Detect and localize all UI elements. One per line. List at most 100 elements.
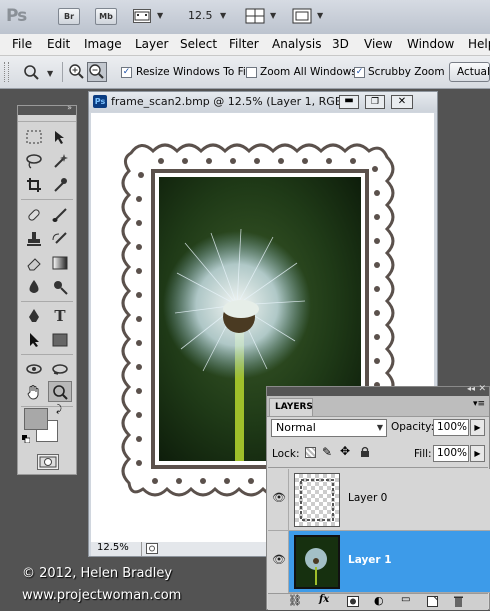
arrange-documents-button[interactable] <box>245 8 265 24</box>
menu-file[interactable]: File <box>12 37 32 51</box>
blur-tool[interactable] <box>22 276 46 297</box>
tab-layers[interactable]: LAYERS <box>269 398 313 416</box>
rectangle-tool[interactable] <box>48 329 72 350</box>
actual-pixels-button[interactable]: Actual Pixels <box>449 62 490 82</box>
zoom-level-dropdown-icon[interactable]: ▼ <box>220 11 226 20</box>
3d-rotate-tool[interactable] <box>22 358 46 379</box>
launch-mini-bridge-button[interactable]: Mb <box>95 8 117 25</box>
history-brush-tool[interactable] <box>48 228 72 249</box>
menu-filter[interactable]: Filter <box>229 37 259 51</box>
screen-mode-dropdown-icon[interactable]: ▼ <box>317 11 323 20</box>
menu-layer[interactable]: Layer <box>135 37 168 51</box>
close-button[interactable]: ✕ <box>391 95 413 109</box>
menu-edit[interactable]: Edit <box>47 37 70 51</box>
screen-mode-button[interactable] <box>292 8 312 24</box>
photoshop-logo: Ps <box>6 6 27 26</box>
hand-tool[interactable] <box>22 381 46 402</box>
pen-tool[interactable] <box>22 305 46 326</box>
swap-colors-icon[interactable]: ⤸ <box>56 404 62 415</box>
foreground-color-swatch[interactable] <box>24 408 48 430</box>
document-title-bar[interactable]: Ps frame_scan2.bmp @ 12.5% (Layer 1, RGB… <box>89 92 437 112</box>
crop-tool[interactable] <box>22 174 46 195</box>
collapse-panel-icon[interactable]: » <box>67 103 72 112</box>
visibility-toggle[interactable]: 👁 <box>268 469 289 531</box>
menu-help[interactable]: Help <box>468 37 490 51</box>
new-layer-icon[interactable] <box>427 596 438 607</box>
fill-input[interactable]: 100% <box>433 445 469 462</box>
default-colors-button[interactable] <box>22 433 31 444</box>
lasso-tool[interactable] <box>22 150 46 171</box>
eyedropper-tool[interactable] <box>48 174 72 195</box>
spot-healing-brush-tool[interactable] <box>22 204 46 225</box>
trash-icon[interactable] <box>453 595 464 608</box>
link-icon[interactable]: ⛓ <box>288 594 302 607</box>
magic-wand-tool[interactable] <box>48 150 72 171</box>
fx-icon[interactable]: fx <box>319 594 329 605</box>
launch-bridge-button[interactable]: Br <box>58 8 80 25</box>
separator <box>62 62 63 82</box>
panel-menu-icon[interactable]: ▾≡ <box>473 399 485 409</box>
tool-preset-dropdown-icon[interactable]: ▼ <box>47 69 53 78</box>
zoom-in-button[interactable] <box>68 63 86 81</box>
view-extras-button[interactable] <box>133 9 151 23</box>
zoom-level-field[interactable]: 12.5 <box>188 9 213 22</box>
tools-panel-header[interactable]: » <box>18 103 76 115</box>
layer-row-layer-1[interactable]: 👁 Layer 1 <box>268 531 490 593</box>
view-extras-dropdown-icon[interactable]: ▼ <box>157 11 163 20</box>
screen-mode-icon <box>292 8 312 24</box>
clone-stamp-tool[interactable] <box>22 228 46 249</box>
opacity-input[interactable]: 100% <box>433 419 469 436</box>
lock-all-button[interactable] <box>360 446 370 458</box>
menu-select[interactable]: Select <box>180 37 217 51</box>
zoom-out-button[interactable] <box>87 62 107 82</box>
view-extras-icon <box>134 11 150 21</box>
menu-analysis[interactable]: Analysis <box>272 37 321 51</box>
folder-icon[interactable]: ▭ <box>401 594 410 605</box>
dandelion-center-highlight <box>223 300 259 318</box>
restore-button[interactable]: ❐ <box>365 95 385 109</box>
status-zoom-field[interactable]: 12.5% <box>97 542 129 553</box>
fill-slider-button[interactable]: ▶ <box>470 445 485 462</box>
eraser-tool[interactable] <box>22 252 46 273</box>
menu-window[interactable]: Window <box>407 37 454 51</box>
options-bar-grip[interactable] <box>4 62 9 82</box>
zoom-tool-icon <box>53 384 68 400</box>
dodge-tool[interactable] <box>48 276 72 297</box>
layers-panel-header[interactable]: ◂◂ ✕ <box>267 384 489 396</box>
minimize-button[interactable]: ▬ <box>339 95 359 109</box>
quick-mask-button[interactable] <box>37 454 59 470</box>
3d-orbit-tool[interactable] <box>48 358 72 379</box>
close-panel-icon[interactable]: ✕ <box>478 384 486 394</box>
tool-separator <box>21 301 73 302</box>
scrubby-zoom-checkbox[interactable]: ✓ <box>354 67 365 78</box>
menu-3d[interactable]: 3D <box>332 37 349 51</box>
path-selection-tool[interactable] <box>22 329 46 350</box>
collapse-panel-icon[interactable]: ◂◂ <box>467 384 475 393</box>
visibility-toggle[interactable]: 👁 <box>268 531 289 593</box>
tools-panel-grip[interactable] <box>18 115 76 122</box>
lock-transparent-pixels-button[interactable] <box>305 447 316 458</box>
crop-icon <box>27 177 41 192</box>
brush-tool[interactable] <box>48 204 72 225</box>
zoom-tool[interactable] <box>48 381 72 402</box>
blend-mode-select[interactable]: Normal ▼ <box>271 419 387 437</box>
move-tool[interactable] <box>48 126 72 147</box>
eye-icon: 👁 <box>272 553 286 566</box>
lock-position-button[interactable]: ✥ <box>340 444 350 458</box>
move-icon: ✥ <box>340 444 351 458</box>
rectangular-marquee-tool[interactable] <box>22 126 46 147</box>
layer-row-layer-0[interactable]: 👁 Layer 0 <box>268 469 490 531</box>
lock-image-pixels-button[interactable]: ✎ <box>322 445 332 459</box>
opacity-slider-button[interactable]: ▶ <box>470 419 485 436</box>
arrange-documents-dropdown-icon[interactable]: ▼ <box>270 11 276 20</box>
menu-view[interactable]: View <box>364 37 392 51</box>
mask-icon[interactable] <box>347 596 359 607</box>
tool-preset-picker[interactable] <box>22 63 44 81</box>
status-info-button[interactable] <box>146 543 158 554</box>
resize-windows-checkbox[interactable]: ✓ <box>121 67 132 78</box>
type-tool[interactable]: T <box>48 305 72 326</box>
menu-image[interactable]: Image <box>84 37 122 51</box>
gradient-tool[interactable] <box>48 252 72 273</box>
zoom-all-windows-checkbox[interactable] <box>246 67 257 78</box>
adjustment-icon[interactable]: ◐ <box>374 594 384 607</box>
